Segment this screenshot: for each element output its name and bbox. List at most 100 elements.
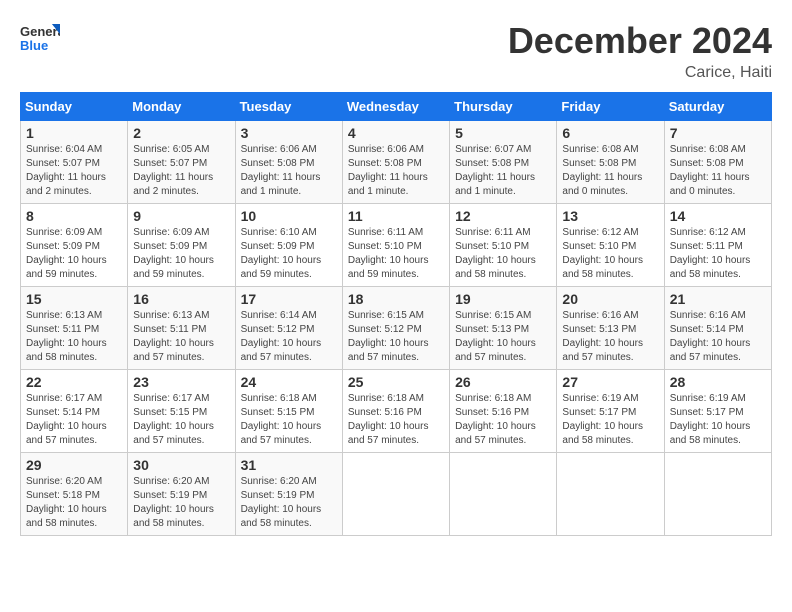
day-info: Sunrise: 6:11 AM Sunset: 5:10 PM Dayligh… [455,226,551,282]
col-monday: Monday [128,93,235,121]
day-number: 2 [133,125,229,141]
day-number: 11 [348,208,444,224]
day-info: Sunrise: 6:06 AM Sunset: 5:08 PM Dayligh… [348,143,444,199]
logo: General Blue [20,20,60,56]
day-number: 16 [133,291,229,307]
calendar-cell: 4 Sunrise: 6:06 AM Sunset: 5:08 PM Dayli… [342,121,449,204]
calendar-cell: 12 Sunrise: 6:11 AM Sunset: 5:10 PM Dayl… [450,204,557,287]
calendar-cell: 1 Sunrise: 6:04 AM Sunset: 5:07 PM Dayli… [21,121,128,204]
day-number: 27 [562,374,658,390]
day-number: 22 [26,374,122,390]
calendar-cell [342,453,449,536]
day-number: 28 [670,374,766,390]
calendar-cell: 29 Sunrise: 6:20 AM Sunset: 5:18 PM Dayl… [21,453,128,536]
day-number: 17 [241,291,337,307]
day-info: Sunrise: 6:06 AM Sunset: 5:08 PM Dayligh… [241,143,337,199]
day-info: Sunrise: 6:15 AM Sunset: 5:13 PM Dayligh… [455,309,551,365]
day-info: Sunrise: 6:20 AM Sunset: 5:18 PM Dayligh… [26,475,122,531]
calendar-body: 1 Sunrise: 6:04 AM Sunset: 5:07 PM Dayli… [21,121,772,536]
col-friday: Friday [557,93,664,121]
day-info: Sunrise: 6:09 AM Sunset: 5:09 PM Dayligh… [133,226,229,282]
day-number: 12 [455,208,551,224]
day-info: Sunrise: 6:11 AM Sunset: 5:10 PM Dayligh… [348,226,444,282]
calendar-cell: 16 Sunrise: 6:13 AM Sunset: 5:11 PM Dayl… [128,287,235,370]
calendar-cell: 5 Sunrise: 6:07 AM Sunset: 5:08 PM Dayli… [450,121,557,204]
calendar-cell: 31 Sunrise: 6:20 AM Sunset: 5:19 PM Dayl… [235,453,342,536]
svg-text:Blue: Blue [20,38,48,53]
day-number: 4 [348,125,444,141]
calendar-table: Sunday Monday Tuesday Wednesday Thursday… [20,92,772,536]
day-info: Sunrise: 6:17 AM Sunset: 5:14 PM Dayligh… [26,392,122,448]
calendar-cell: 25 Sunrise: 6:18 AM Sunset: 5:16 PM Dayl… [342,370,449,453]
day-info: Sunrise: 6:20 AM Sunset: 5:19 PM Dayligh… [133,475,229,531]
day-info: Sunrise: 6:17 AM Sunset: 5:15 PM Dayligh… [133,392,229,448]
day-number: 1 [26,125,122,141]
calendar-cell: 27 Sunrise: 6:19 AM Sunset: 5:17 PM Dayl… [557,370,664,453]
title-block: December 2024 Carice, Haiti [508,20,772,82]
day-number: 10 [241,208,337,224]
calendar-week-row: 22 Sunrise: 6:17 AM Sunset: 5:14 PM Dayl… [21,370,772,453]
calendar-week-row: 29 Sunrise: 6:20 AM Sunset: 5:18 PM Dayl… [21,453,772,536]
calendar-week-row: 8 Sunrise: 6:09 AM Sunset: 5:09 PM Dayli… [21,204,772,287]
calendar-cell: 18 Sunrise: 6:15 AM Sunset: 5:12 PM Dayl… [342,287,449,370]
day-number: 31 [241,457,337,473]
day-number: 5 [455,125,551,141]
calendar-cell: 8 Sunrise: 6:09 AM Sunset: 5:09 PM Dayli… [21,204,128,287]
calendar-cell: 30 Sunrise: 6:20 AM Sunset: 5:19 PM Dayl… [128,453,235,536]
calendar-cell: 15 Sunrise: 6:13 AM Sunset: 5:11 PM Dayl… [21,287,128,370]
day-number: 24 [241,374,337,390]
day-info: Sunrise: 6:19 AM Sunset: 5:17 PM Dayligh… [670,392,766,448]
calendar-week-row: 1 Sunrise: 6:04 AM Sunset: 5:07 PM Dayli… [21,121,772,204]
calendar-cell: 6 Sunrise: 6:08 AM Sunset: 5:08 PM Dayli… [557,121,664,204]
calendar-cell: 24 Sunrise: 6:18 AM Sunset: 5:15 PM Dayl… [235,370,342,453]
calendar-cell: 22 Sunrise: 6:17 AM Sunset: 5:14 PM Dayl… [21,370,128,453]
calendar-cell: 10 Sunrise: 6:10 AM Sunset: 5:09 PM Dayl… [235,204,342,287]
day-info: Sunrise: 6:12 AM Sunset: 5:10 PM Dayligh… [562,226,658,282]
day-number: 19 [455,291,551,307]
day-number: 29 [26,457,122,473]
col-tuesday: Tuesday [235,93,342,121]
day-info: Sunrise: 6:12 AM Sunset: 5:11 PM Dayligh… [670,226,766,282]
calendar-cell: 26 Sunrise: 6:18 AM Sunset: 5:16 PM Dayl… [450,370,557,453]
day-info: Sunrise: 6:16 AM Sunset: 5:14 PM Dayligh… [670,309,766,365]
day-number: 20 [562,291,658,307]
day-info: Sunrise: 6:18 AM Sunset: 5:15 PM Dayligh… [241,392,337,448]
day-number: 26 [455,374,551,390]
day-info: Sunrise: 6:13 AM Sunset: 5:11 PM Dayligh… [26,309,122,365]
calendar-cell: 11 Sunrise: 6:11 AM Sunset: 5:10 PM Dayl… [342,204,449,287]
day-info: Sunrise: 6:08 AM Sunset: 5:08 PM Dayligh… [562,143,658,199]
calendar-cell [450,453,557,536]
day-info: Sunrise: 6:05 AM Sunset: 5:07 PM Dayligh… [133,143,229,199]
day-number: 8 [26,208,122,224]
location: Carice, Haiti [508,64,772,82]
day-number: 23 [133,374,229,390]
col-sunday: Sunday [21,93,128,121]
day-info: Sunrise: 6:04 AM Sunset: 5:07 PM Dayligh… [26,143,122,199]
day-info: Sunrise: 6:18 AM Sunset: 5:16 PM Dayligh… [455,392,551,448]
calendar-cell: 23 Sunrise: 6:17 AM Sunset: 5:15 PM Dayl… [128,370,235,453]
day-number: 3 [241,125,337,141]
day-info: Sunrise: 6:15 AM Sunset: 5:12 PM Dayligh… [348,309,444,365]
day-info: Sunrise: 6:14 AM Sunset: 5:12 PM Dayligh… [241,309,337,365]
calendar-cell [557,453,664,536]
day-info: Sunrise: 6:08 AM Sunset: 5:08 PM Dayligh… [670,143,766,199]
day-info: Sunrise: 6:20 AM Sunset: 5:19 PM Dayligh… [241,475,337,531]
day-info: Sunrise: 6:10 AM Sunset: 5:09 PM Dayligh… [241,226,337,282]
calendar-cell: 14 Sunrise: 6:12 AM Sunset: 5:11 PM Dayl… [664,204,771,287]
calendar-cell: 28 Sunrise: 6:19 AM Sunset: 5:17 PM Dayl… [664,370,771,453]
page-header: General Blue December 2024 Carice, Haiti [20,20,772,82]
calendar-week-row: 15 Sunrise: 6:13 AM Sunset: 5:11 PM Dayl… [21,287,772,370]
logo-icon: General Blue [20,20,60,56]
day-number: 21 [670,291,766,307]
day-number: 9 [133,208,229,224]
calendar-cell: 19 Sunrise: 6:15 AM Sunset: 5:13 PM Dayl… [450,287,557,370]
day-number: 18 [348,291,444,307]
day-number: 13 [562,208,658,224]
calendar-cell: 9 Sunrise: 6:09 AM Sunset: 5:09 PM Dayli… [128,204,235,287]
calendar-cell: 2 Sunrise: 6:05 AM Sunset: 5:07 PM Dayli… [128,121,235,204]
calendar-cell: 17 Sunrise: 6:14 AM Sunset: 5:12 PM Dayl… [235,287,342,370]
calendar-cell [664,453,771,536]
day-info: Sunrise: 6:18 AM Sunset: 5:16 PM Dayligh… [348,392,444,448]
day-number: 15 [26,291,122,307]
day-number: 14 [670,208,766,224]
